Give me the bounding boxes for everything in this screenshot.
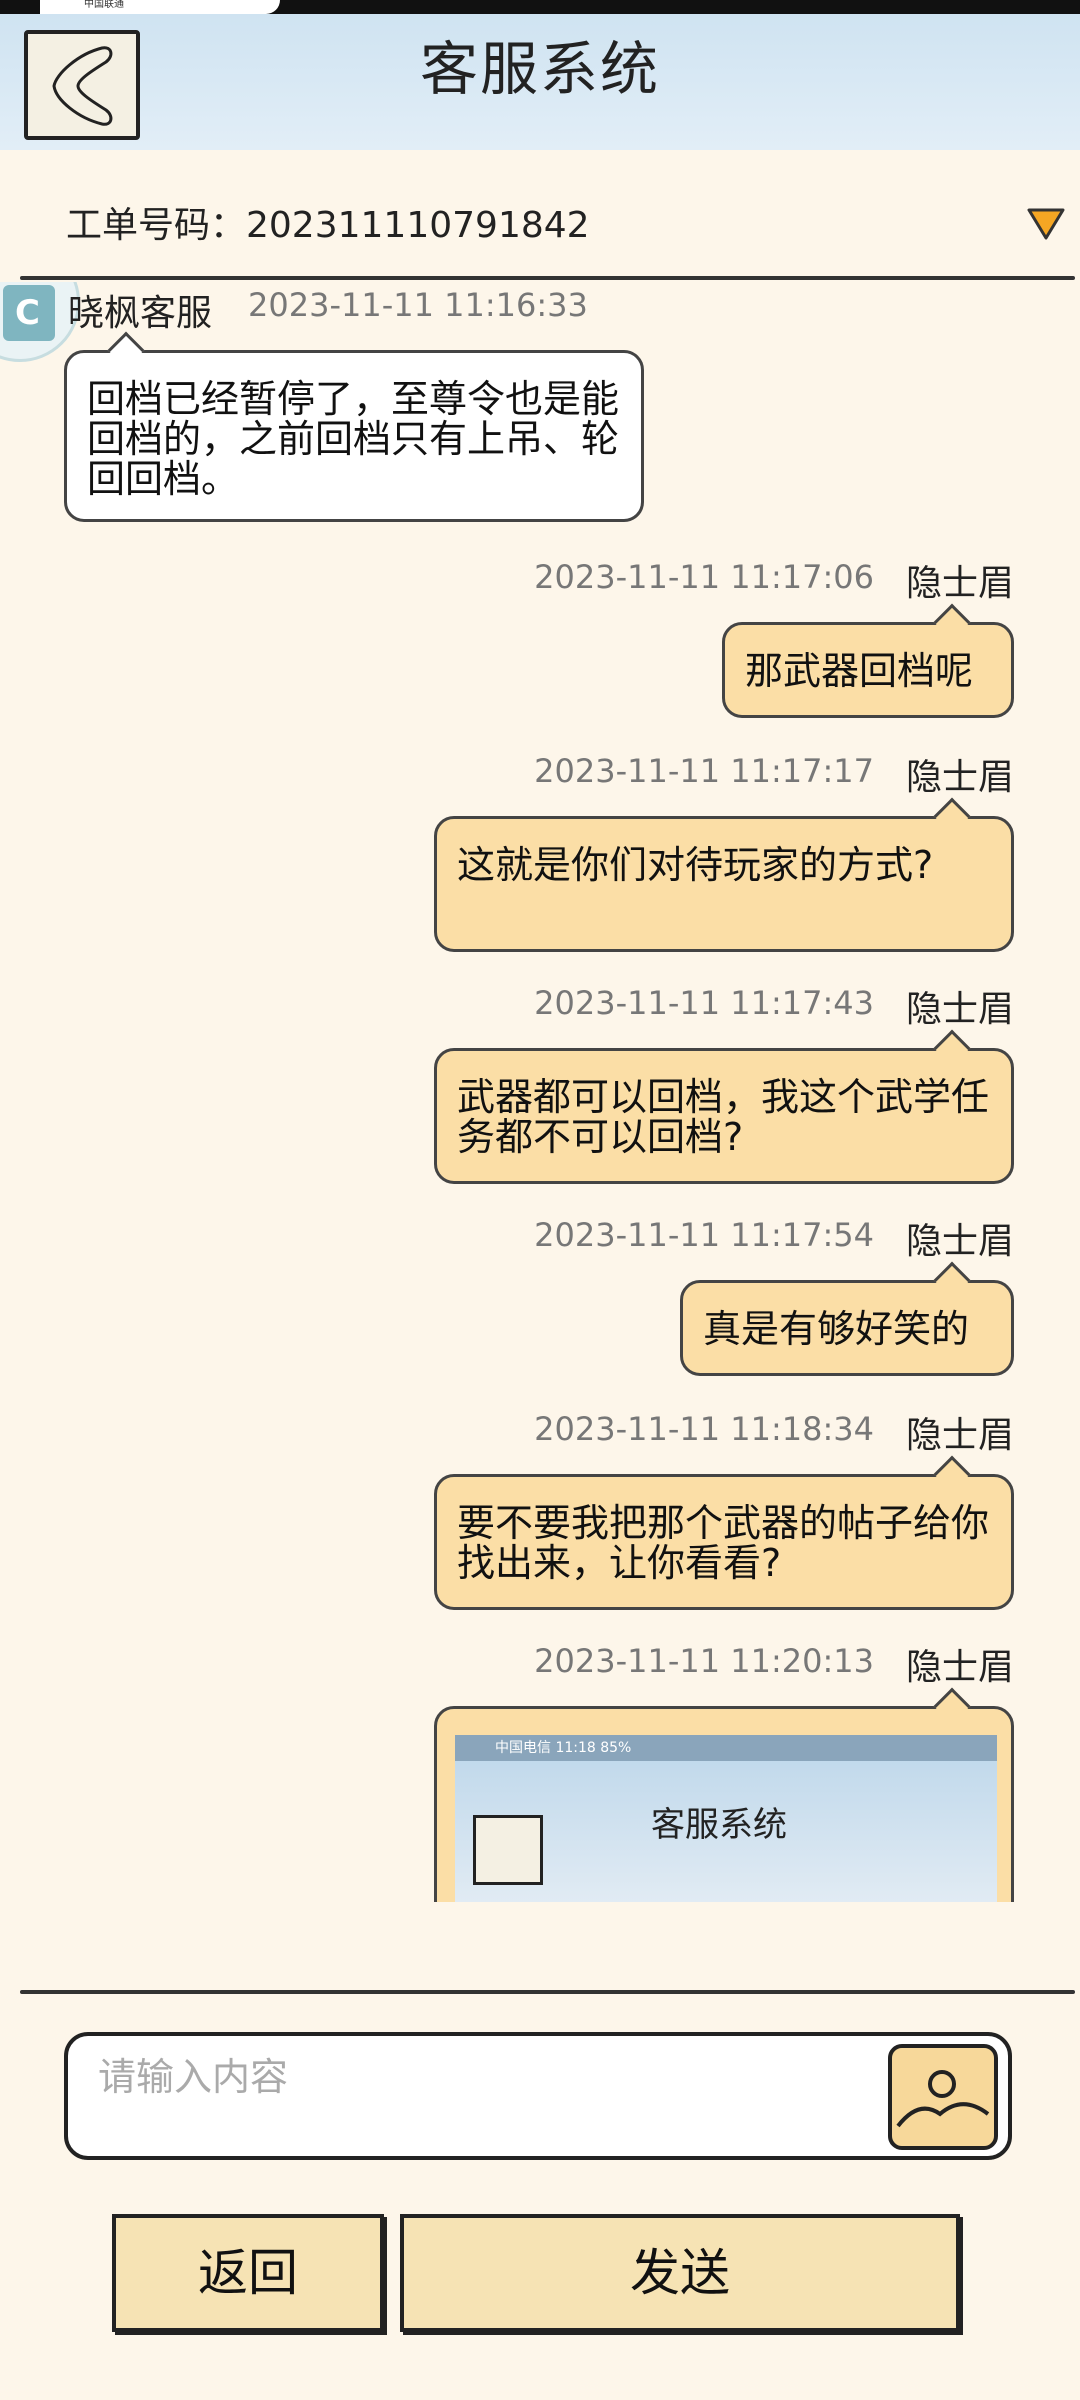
page-title: 客服系统 (419, 35, 660, 103)
message-text: 这就是你们对待玩家的方式? (457, 843, 934, 887)
message-text: 那武器回档呢 (745, 649, 974, 693)
back-button[interactable] (24, 30, 140, 140)
message-time: 2023-11-11 11:16:33 (248, 286, 588, 324)
preview-title: 客服系统 (651, 1805, 787, 1845)
message-bubble: 要不要我把那个武器的帖子给你找出来，让你看看? (434, 1455, 1014, 1610)
message-bubble: 回档已经暂停了，至尊令也是能回档的，之前回档只有上吊、轮回回档。 (64, 331, 644, 522)
header: 客服系统 (0, 14, 1080, 150)
triangle-down-icon[interactable] (1026, 204, 1066, 244)
message-text: 要不要我把那个武器的帖子给你找出来，让你看看? (457, 1501, 990, 1585)
back-arrow-icon (52, 46, 113, 126)
message-time: 2023-11-11 11:17:17 (534, 752, 874, 790)
divider-bottom (20, 1990, 1075, 1994)
message-time: 2023-11-11 11:20:13 (534, 1642, 874, 1680)
message-time: 2023-11-11 11:17:06 (534, 558, 874, 596)
message-bubble: 武器都可以回档，我这个武学任务都不可以回档? (434, 1029, 1014, 1184)
ticket-number: 工单号码：202311110791842 (66, 205, 590, 246)
ticket-row: 工单号码：202311110791842 (0, 180, 1080, 260)
sender-name: 隐士眉 (905, 1415, 1014, 1456)
message-bubble: 这就是你们对待玩家的方式? (434, 797, 1014, 952)
message-text: 武器都可以回档，我这个武学任务都不可以回档? (457, 1075, 990, 1159)
message-time: 2023-11-11 11:17:43 (534, 984, 874, 1022)
back-text-button[interactable]: 返回 (112, 2214, 384, 2332)
message-input[interactable] (98, 2052, 878, 2102)
screenshot-preview[interactable]: 中国电信 11:18 85% 客服系统 (455, 1735, 997, 1902)
message-text: 回档已经暂停了，至尊令也是能回档的，之前回档只有上吊、轮回回档。 (87, 377, 620, 501)
sender-name: 隐士眉 (905, 757, 1014, 798)
sender-name: 隐士眉 (905, 989, 1014, 1030)
send-button[interactable]: 发送 (400, 2214, 960, 2332)
image-message[interactable]: 中国电信 11:18 85% 客服系统 (434, 1687, 1014, 1902)
sender-name: 隐士眉 (905, 563, 1014, 604)
chat-area[interactable]: C 晓枫客服 2023-11-11 11:16:33 回档已经暂停了，至尊令也是… (0, 282, 1080, 1902)
sender-name: 隐士眉 (905, 1221, 1014, 1262)
message-time: 2023-11-11 11:18:34 (534, 1410, 874, 1448)
image-icon (896, 2070, 990, 2128)
divider-top (20, 276, 1075, 280)
preview-status: 中国电信 11:18 85% (455, 1735, 997, 1761)
message-text: 真是有够好笑的 (703, 1307, 970, 1351)
message-input-box (64, 2032, 1012, 2160)
message-time: 2023-11-11 11:17:54 (534, 1216, 874, 1254)
message-bubble: 那武器回档呢 (722, 603, 1014, 718)
status-carrier: 中国联通 (40, 0, 280, 14)
sender-name: 隐士眉 (905, 1647, 1014, 1688)
message-bubble: 真是有够好笑的 (680, 1261, 1014, 1376)
sender-name: 晓枫客服 (68, 293, 213, 334)
support-logo-icon: C (15, 293, 40, 333)
status-bar: 中国联通 (0, 0, 1080, 14)
preview-back-icon (473, 1815, 543, 1885)
image-button[interactable] (888, 2044, 998, 2150)
